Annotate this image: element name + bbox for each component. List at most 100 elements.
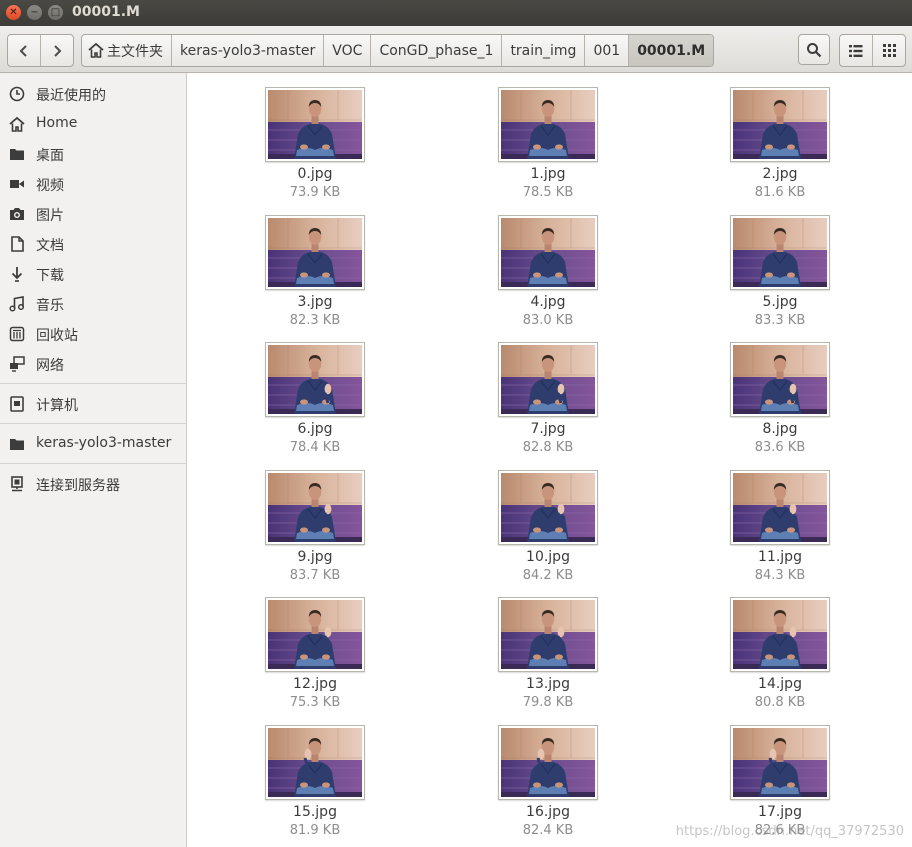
breadcrumb-item[interactable]: 001 — [584, 35, 628, 66]
file-size: 79.8 KB — [522, 695, 574, 710]
file-item[interactable]: 1.jpg 78.5 KB — [458, 73, 638, 200]
search-button[interactable] — [798, 34, 830, 65]
file-size: 83.6 KB — [754, 440, 806, 455]
file-item[interactable]: 14.jpg 80.8 KB — [690, 583, 870, 710]
file-item[interactable]: 12.jpg 75.3 KB — [225, 583, 405, 710]
home-icon — [9, 116, 25, 132]
breadcrumb-item[interactable]: VOC — [323, 35, 370, 66]
sidebar-item-label: 视频 — [36, 178, 64, 194]
file-item[interactable]: 8.jpg 83.6 KB — [690, 328, 870, 455]
file-item[interactable]: 13.jpg 79.8 KB — [458, 583, 638, 710]
sidebar-item-label: keras-yolo3-master — [36, 435, 172, 451]
file-item[interactable]: 6.jpg 78.4 KB — [225, 328, 405, 455]
file-size: 82.8 KB — [522, 440, 574, 455]
file-size: 73.9 KB — [289, 185, 341, 200]
breadcrumb-item[interactable]: train_img — [501, 35, 584, 66]
view-mode-buttons — [839, 34, 906, 67]
sidebar-item-computer[interactable]: 计算机 — [0, 391, 186, 417]
sidebar-item-label: 回收站 — [36, 328, 78, 344]
grid-view-button[interactable] — [872, 35, 905, 66]
video-icon — [9, 176, 25, 192]
image-thumbnail — [265, 597, 365, 672]
sidebar-item-label: 最近使用的 — [36, 88, 106, 104]
list-view-button[interactable] — [840, 35, 872, 66]
file-item[interactable]: 3.jpg 82.3 KB — [225, 201, 405, 328]
file-item[interactable]: 11.jpg 84.3 KB — [690, 456, 870, 583]
home-icon — [88, 43, 104, 58]
close-window-button[interactable]: ✕ — [6, 5, 21, 20]
file-name: 15.jpg — [293, 804, 337, 820]
forward-button[interactable] — [40, 35, 73, 66]
sidebar-item-label: 文档 — [36, 238, 64, 254]
sidebar-item-label: Home — [36, 115, 78, 131]
file-item[interactable]: 4.jpg 83.0 KB — [458, 201, 638, 328]
sidebar-item-recent[interactable]: 最近使用的 — [0, 81, 186, 107]
window-title: 00001.M — [72, 4, 140, 20]
image-thumbnail — [265, 87, 365, 162]
sidebar-item-videos[interactable]: 视频 — [0, 171, 186, 197]
sidebar-item-pictures[interactable]: 图片 — [0, 201, 186, 227]
file-name: 8.jpg — [762, 421, 798, 437]
image-thumbnail — [730, 215, 830, 290]
breadcrumb-label: train_img — [510, 42, 577, 59]
file-item[interactable]: 10.jpg 84.2 KB — [458, 456, 638, 583]
file-size: 83.0 KB — [522, 313, 574, 328]
image-thumbnail — [498, 597, 598, 672]
maximize-window-button[interactable]: □ — [48, 5, 63, 20]
file-item[interactable]: 2.jpg 81.6 KB — [690, 73, 870, 200]
sidebar-item-home[interactable]: Home — [0, 111, 186, 137]
file-name: 7.jpg — [530, 421, 566, 437]
breadcrumb-label: ConGD_phase_1 — [379, 42, 494, 59]
file-item[interactable]: 5.jpg 83.3 KB — [690, 201, 870, 328]
search-icon — [807, 42, 822, 57]
file-name: 1.jpg — [530, 166, 566, 182]
file-item[interactable]: 16.jpg 82.4 KB — [458, 711, 638, 838]
file-name: 2.jpg — [762, 166, 798, 182]
image-thumbnail — [265, 342, 365, 417]
sidebar-item-network[interactable]: 网络 — [0, 351, 186, 377]
watermark: https://blog.csdn.net/qq_37972530 — [675, 824, 904, 839]
file-item[interactable]: 17.jpg 82.6 KB — [690, 711, 870, 838]
file-size: 83.3 KB — [754, 313, 806, 328]
breadcrumb-item-home[interactable]: 主文件夹 — [82, 35, 171, 66]
sidebar-item-trash[interactable]: 回收站 — [0, 321, 186, 347]
file-name: 3.jpg — [297, 294, 333, 310]
image-thumbnail — [265, 725, 365, 800]
chevron-right-icon — [54, 44, 62, 57]
breadcrumb-item[interactable]: ConGD_phase_1 — [370, 35, 501, 66]
image-thumbnail — [730, 342, 830, 417]
network-icon — [9, 356, 25, 372]
sidebar-item-label: 计算机 — [36, 398, 78, 414]
trash-icon — [9, 326, 25, 342]
file-name: 6.jpg — [297, 421, 333, 437]
breadcrumb-label: VOC — [332, 42, 363, 59]
grid-icon — [882, 44, 896, 57]
sidebar-item-bookmark-keras[interactable]: keras-yolo3-master — [0, 431, 186, 457]
file-item[interactable]: 9.jpg 83.7 KB — [225, 456, 405, 583]
music-icon — [9, 296, 25, 312]
server-icon — [9, 476, 25, 492]
sidebar-item-music[interactable]: 音乐 — [0, 291, 186, 317]
image-thumbnail — [498, 87, 598, 162]
breadcrumb-item[interactable]: keras-yolo3-master — [171, 35, 323, 66]
title-bar: ✕ − □ 00001.M — [0, 0, 912, 26]
file-name: 10.jpg — [526, 549, 570, 565]
breadcrumb-item-current[interactable]: 00001.M — [628, 35, 714, 66]
sidebar-item-label: 网络 — [36, 358, 64, 374]
sidebar-item-documents[interactable]: 文档 — [0, 231, 186, 257]
file-item[interactable]: 0.jpg 73.9 KB — [225, 73, 405, 200]
sidebar-item-desktop[interactable]: 桌面 — [0, 141, 186, 167]
sidebar-item-connect-server[interactable]: 连接到服务器 — [0, 471, 186, 497]
file-name: 9.jpg — [297, 549, 333, 565]
file-size: 82.3 KB — [289, 313, 341, 328]
file-item[interactable]: 7.jpg 82.8 KB — [458, 328, 638, 455]
file-item[interactable]: 15.jpg 81.9 KB — [225, 711, 405, 838]
file-name: 14.jpg — [758, 676, 802, 692]
image-thumbnail — [730, 470, 830, 545]
minimize-window-button[interactable]: − — [27, 5, 42, 20]
image-thumbnail — [730, 597, 830, 672]
back-button[interactable] — [8, 35, 40, 66]
sidebar-item-downloads[interactable]: 下载 — [0, 261, 186, 287]
sidebar-divider — [0, 383, 186, 384]
file-name: 16.jpg — [526, 804, 570, 820]
